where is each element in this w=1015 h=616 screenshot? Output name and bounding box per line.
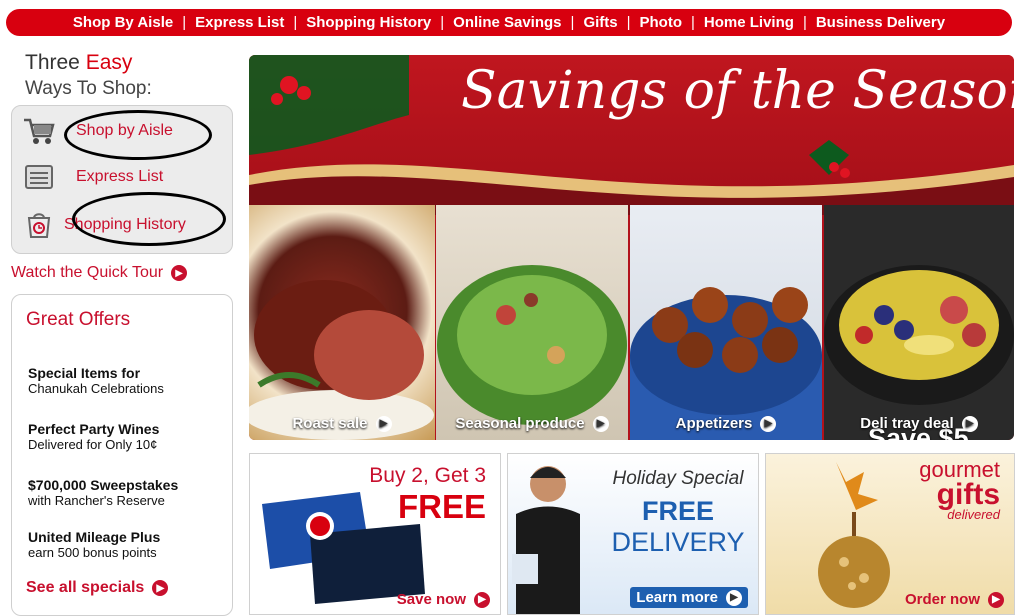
soda-offer-line1: Buy 2, Get 3 — [369, 464, 486, 487]
left-sidebar: Three Easy Ways To Shop: Shop by Aisle E… — [11, 50, 235, 616]
express-list-row[interactable]: Express List — [22, 162, 163, 192]
panel-appetizers[interactable]: Appetizers ▶ — [630, 205, 822, 440]
panel-deli[interactable]: Save $5 Deli tray deal ▶ — [824, 205, 1014, 440]
salad-image — [437, 265, 627, 425]
nav-online-savings[interactable]: Online Savings — [444, 14, 570, 31]
gifts-text: gifts — [936, 477, 1000, 511]
nav-business-delivery[interactable]: Business Delivery — [807, 14, 954, 31]
ways-to-shop-box: Shop by Aisle Express List Shopping Hist… — [11, 105, 233, 254]
top-nav: Shop By Aisle | Express List | Shopping Hi… — [6, 9, 1012, 36]
deli-tray-image — [824, 265, 1014, 405]
great-offers-box: Great Offers Special Items for Chanukah … — [11, 294, 233, 616]
see-all-specials-link[interactable]: See all specials ▶ — [26, 579, 169, 597]
hero-banner[interactable]: Savings of the Season Roast sale ▶ Season… — [249, 55, 1014, 440]
nav-home-living[interactable]: Home Living — [695, 14, 803, 31]
history-bag-icon — [22, 210, 56, 240]
delivery-text: DELIVERY — [611, 527, 745, 557]
list-icon — [22, 162, 56, 192]
arrow-right-icon: ▶ — [152, 580, 169, 596]
nav-shop-by-aisle[interactable]: Shop By Aisle — [64, 14, 182, 31]
promo-delivery[interactable]: Holiday Special FREE DELIVERY Learn more… — [507, 453, 759, 615]
arrow-right-icon: ▶ — [760, 415, 777, 432]
quick-tour-link[interactable]: Watch the Quick Tour ▶ — [11, 264, 235, 282]
meatballs-image — [630, 287, 822, 440]
offer-chanukah[interactable]: Special Items for Chanukah Celebrations — [28, 365, 164, 396]
offer-sweepstakes[interactable]: $700,000 Sweepstakes with Rancher's Rese… — [28, 477, 178, 508]
arrow-right-icon: ▶ — [592, 415, 609, 432]
season-banner: Savings of the Season — [249, 55, 1014, 215]
panel-roast[interactable]: Roast sale ▶ — [249, 205, 435, 440]
appetizers-link[interactable]: Appetizers ▶ — [630, 415, 822, 432]
learn-more-link[interactable]: Learn more ▶ — [630, 587, 748, 608]
nav-shopping-history[interactable]: Shopping History — [297, 14, 440, 31]
nav-express-list[interactable]: Express List — [186, 14, 293, 31]
arrow-right-icon: ▶ — [171, 265, 188, 281]
roast-sale-link[interactable]: Roast sale ▶ — [249, 415, 435, 432]
seasonal-produce-link[interactable]: Seasonal produce ▶ — [436, 415, 628, 432]
order-now-link[interactable]: Order now ▶ — [905, 591, 1004, 608]
roast-image — [249, 280, 434, 440]
offer-party-wines[interactable]: Perfect Party Wines Delivered for Only 1… — [28, 421, 159, 452]
holiday-special-text: Holiday Special — [612, 468, 744, 489]
arrow-right-icon: ▶ — [961, 415, 978, 432]
caramel-apple-image — [818, 462, 890, 608]
express-list-link[interactable]: Express List — [76, 168, 163, 186]
hero-title: Savings of the Season — [461, 61, 1014, 121]
delivery-man-image — [512, 466, 580, 614]
arrow-right-icon: ▶ — [375, 415, 392, 432]
save-now-link[interactable]: Save now ▶ — [397, 591, 490, 608]
arrow-right-icon: ▶ — [474, 591, 490, 608]
annotation-oval-shop-by-aisle — [64, 110, 212, 160]
arrow-right-icon: ▶ — [988, 591, 1004, 608]
annotation-oval-shopping-history — [72, 192, 226, 246]
nav-gifts[interactable]: Gifts — [574, 14, 626, 31]
free-text: FREE — [641, 496, 714, 526]
promo-soda[interactable]: Buy 2, Get 3 FREE Save now ▶ — [249, 453, 501, 615]
delivered-text: delivered — [947, 507, 1000, 523]
great-offers-title: Great Offers — [26, 309, 131, 330]
panel-produce[interactable]: Seasonal produce ▶ — [436, 205, 628, 440]
arrow-right-icon: ▶ — [726, 589, 742, 606]
deli-tray-deal-link[interactable]: Deli tray deal ▶ — [824, 415, 1014, 432]
soda-offer-free: FREE — [397, 488, 486, 525]
shopping-cart-icon — [22, 116, 56, 146]
promo-gourmet-gifts[interactable]: gourmet gifts delivered Order now ▶ — [765, 453, 1015, 615]
nav-photo[interactable]: Photo — [631, 14, 692, 31]
offer-mileage-plus[interactable]: United Mileage Plus earn 500 bonus point… — [28, 529, 160, 560]
ways-to-shop-heading: Three Easy Ways To Shop: — [25, 51, 152, 99]
